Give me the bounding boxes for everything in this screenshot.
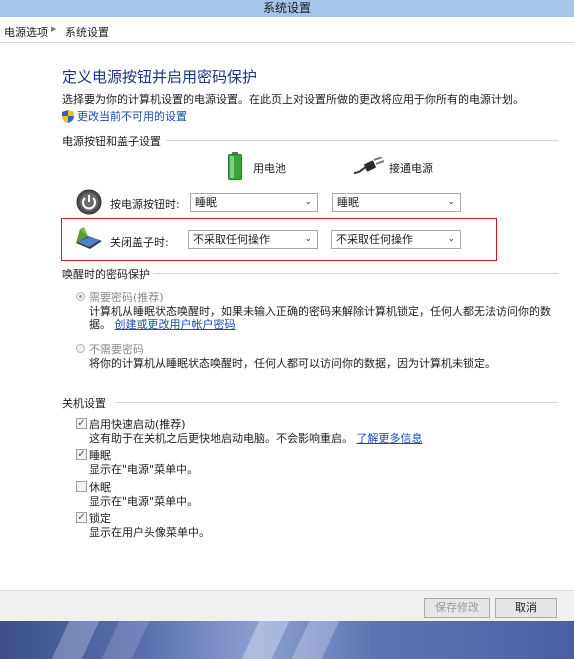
chevron-down-icon: ⌄ xyxy=(447,234,455,244)
select-value: 睡眠 xyxy=(195,196,217,209)
create-password-link[interactable]: 创建或更改用户帐户密码 xyxy=(115,318,236,331)
select-value: 不采取任何操作 xyxy=(193,233,270,246)
lid-close-plugged-select[interactable]: 不采取任何操作 ⌄ xyxy=(331,230,461,249)
fast-startup-checkbox[interactable]: ✓ xyxy=(76,418,87,429)
laptop-lid-icon xyxy=(76,227,102,249)
breadcrumb: 电源选项 ▶ 系统设置 xyxy=(0,17,574,43)
no-password-desc: 将你的计算机从睡眠状态唤醒时，任何人都可以访问你的数据，因为计算机未锁定。 xyxy=(89,357,496,370)
column-battery: 用电池 xyxy=(253,162,286,175)
fast-startup-desc: 这有助于在关机之后更快地启动电脑。不会影响重启。 了解更多信息 xyxy=(89,430,423,446)
hibernate-checkbox[interactable] xyxy=(76,481,87,492)
page-description: 选择要为你的计算机设置的电源设置。在此页上对设置所做的更改将应用于你所有的电源计… xyxy=(62,93,524,106)
lock-desc: 显示在用户头像菜单中。 xyxy=(89,526,210,539)
desktop-background xyxy=(0,621,574,659)
shutdown-section-title: 关机设置 xyxy=(62,397,106,410)
chevron-down-icon: ⌄ xyxy=(447,197,455,207)
wake-section-title: 唤醒时的密码保护 xyxy=(62,268,150,281)
select-value: 不采取任何操作 xyxy=(336,233,413,246)
chevron-right-icon: ▶ xyxy=(51,25,57,33)
hibernate-desc: 显示在"电源"菜单中。 xyxy=(89,495,199,508)
chevron-down-icon: ⌄ xyxy=(304,197,312,207)
desc-text: 这有助于在关机之后更快地启动电脑。不会影响重启。 xyxy=(89,432,353,445)
breadcrumb-power-options[interactable]: 电源选项 xyxy=(4,24,48,40)
require-password-radio[interactable] xyxy=(76,292,85,301)
desc-text: 据。 xyxy=(89,318,111,331)
chevron-down-icon: ⌄ xyxy=(304,234,312,244)
sleep-desc: 显示在"电源"菜单中。 xyxy=(89,463,199,476)
cancel-button[interactable]: 取消 xyxy=(495,598,557,618)
change-link-text[interactable]: 更改当前不可用的设置 xyxy=(77,110,187,123)
change-unavailable-settings-link[interactable]: 更改当前不可用的设置 xyxy=(62,108,187,124)
power-button-battery-select[interactable]: 睡眠 ⌄ xyxy=(190,193,318,212)
column-plugged-in: 接通电源 xyxy=(389,162,433,175)
power-plug-icon xyxy=(354,157,384,174)
lid-close-label: 关闭盖子时: xyxy=(110,236,169,249)
power-button-label: 按电源按钮时: xyxy=(110,198,180,211)
section-divider xyxy=(166,140,558,141)
window-title: 系统设置 xyxy=(0,0,574,17)
require-password-desc-2: 据。 创建或更改用户帐户密码 xyxy=(89,316,236,332)
power-section-title: 电源按钮和盖子设置 xyxy=(62,135,161,148)
page-title: 定义电源按钮并启用密码保护 xyxy=(62,68,258,86)
sleep-checkbox[interactable]: ✓ xyxy=(76,449,87,460)
uac-shield-icon xyxy=(62,110,74,123)
lock-checkbox[interactable]: ✓ xyxy=(76,512,87,523)
save-changes-button[interactable]: 保存修改 xyxy=(424,598,490,618)
power-button-plugged-select[interactable]: 睡眠 ⌄ xyxy=(332,193,461,212)
section-divider xyxy=(115,402,558,403)
section-divider xyxy=(153,273,558,274)
power-button-icon xyxy=(76,189,102,215)
learn-more-link[interactable]: 了解更多信息 xyxy=(357,432,423,445)
lid-close-battery-select[interactable]: 不采取任何操作 ⌄ xyxy=(188,230,318,249)
no-password-radio[interactable] xyxy=(76,344,85,353)
breadcrumb-system-settings[interactable]: 系统设置 xyxy=(65,24,109,40)
select-value: 睡眠 xyxy=(337,196,359,209)
battery-icon xyxy=(228,152,242,180)
